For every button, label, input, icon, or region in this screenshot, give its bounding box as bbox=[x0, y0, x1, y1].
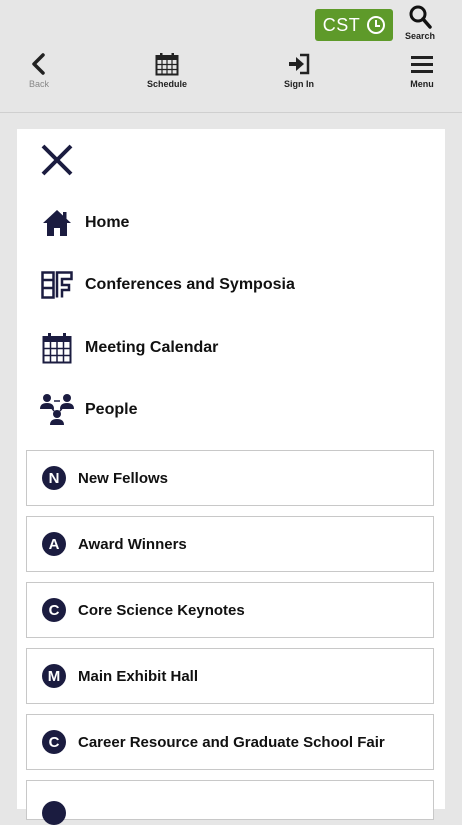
menu-tile-label: Core Science Keynotes bbox=[78, 601, 245, 619]
timezone-label: CST bbox=[322, 14, 361, 35]
sign-in-button[interactable]: Sign In bbox=[263, 52, 335, 94]
letter-badge bbox=[42, 801, 66, 825]
menu-item-conferences[interactable]: Conferences and Symposia bbox=[40, 265, 295, 305]
schedule-label: Schedule bbox=[146, 79, 187, 89]
menu-item-home[interactable]: Home bbox=[40, 203, 129, 243]
letter-badge: A bbox=[42, 532, 66, 556]
home-icon bbox=[40, 206, 74, 240]
search-label: Search bbox=[404, 31, 436, 41]
menu-item-meeting-calendar[interactable]: Meeting Calendar bbox=[40, 328, 218, 368]
search-button[interactable]: Search bbox=[402, 4, 438, 44]
menu-item-label: Meeting Calendar bbox=[85, 339, 219, 356]
menu-item-label: People bbox=[85, 401, 138, 418]
chevron-left-icon bbox=[32, 53, 45, 75]
letter-badge: M bbox=[42, 664, 66, 688]
back-button[interactable]: Back bbox=[3, 52, 75, 94]
search-icon bbox=[409, 5, 432, 29]
letter-badge: N bbox=[42, 466, 66, 490]
close-icon bbox=[41, 144, 73, 176]
clock-icon bbox=[367, 16, 386, 34]
calendar-icon bbox=[40, 331, 74, 365]
menu-tile-label: Career Resource and Graduate School Fair bbox=[78, 733, 385, 751]
menu-item-people[interactable]: People bbox=[40, 390, 137, 430]
people-icon bbox=[40, 393, 74, 427]
menu-button[interactable]: Menu bbox=[386, 52, 458, 94]
back-label: Back bbox=[28, 79, 49, 89]
menu-label: Menu bbox=[410, 79, 434, 89]
calendar-icon bbox=[155, 53, 179, 76]
timezone-button[interactable]: CST bbox=[315, 9, 393, 41]
menu-tile-label: Award Winners bbox=[78, 535, 187, 553]
menu-tile-award-winners[interactable]: A Award Winners bbox=[26, 516, 434, 572]
letter-badge: C bbox=[42, 730, 66, 754]
menu-tile-new-fellows[interactable]: N New Fellows bbox=[26, 450, 434, 506]
menu-item-label: Home bbox=[85, 214, 130, 231]
schedule-button[interactable]: Schedule bbox=[131, 52, 203, 94]
sign-in-label: Sign In bbox=[284, 79, 314, 89]
menu-panel: Home Conferences and Symposia Meeting Ca… bbox=[17, 129, 445, 825]
conference-icon bbox=[40, 268, 74, 302]
menu-tile-label: Main Exhibit Hall bbox=[78, 667, 199, 685]
sign-in-icon bbox=[289, 53, 310, 75]
close-menu-button[interactable] bbox=[40, 143, 74, 177]
menu-tile-career-resource-fair[interactable]: C Career Resource and Graduate School Fa… bbox=[26, 714, 434, 770]
menu-tile-core-science-keynotes[interactable]: C Core Science Keynotes bbox=[26, 582, 434, 638]
menu-item-label: Conferences and Symposia bbox=[85, 276, 295, 293]
menu-tile-partial[interactable] bbox=[26, 780, 434, 825]
letter-badge: C bbox=[42, 598, 66, 622]
menu-tile-label: New Fellows bbox=[78, 469, 169, 487]
menu-tile-main-exhibit-hall[interactable]: M Main Exhibit Hall bbox=[26, 648, 434, 704]
hamburger-icon bbox=[411, 56, 433, 73]
top-bar: CST Search Back Schedule Sign In Menu bbox=[0, 0, 462, 113]
